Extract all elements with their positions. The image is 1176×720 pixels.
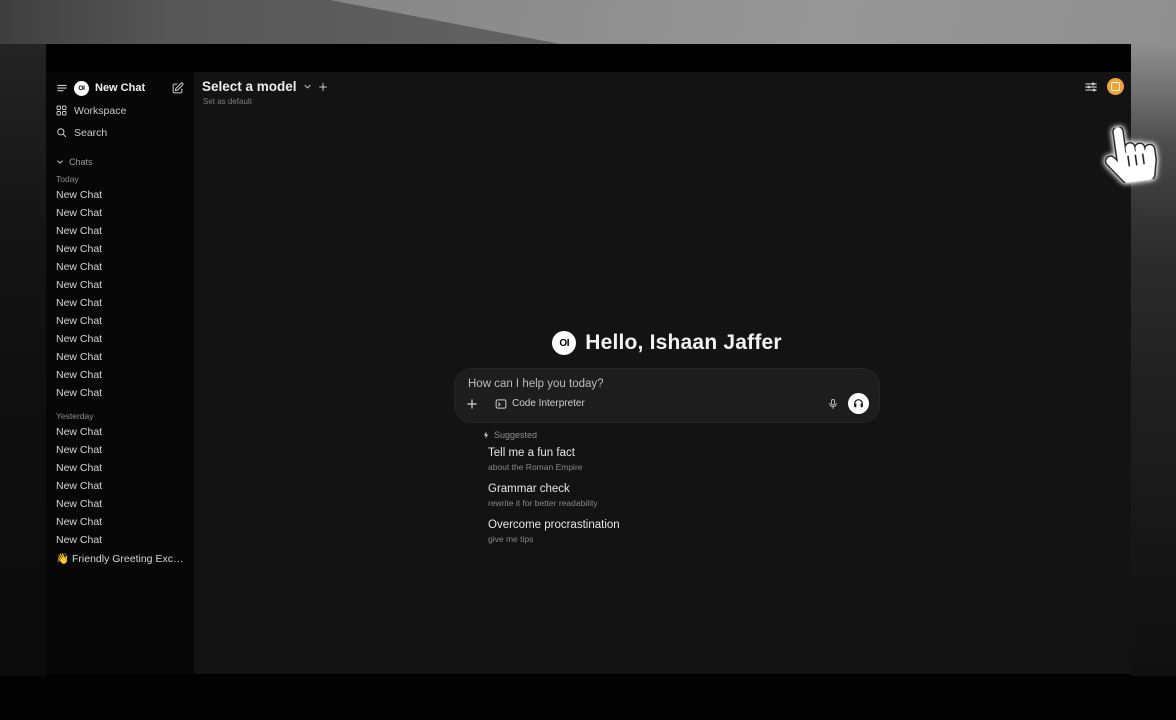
suggestion-title: Overcome procrastination bbox=[488, 519, 879, 532]
sidebar-chat-item[interactable]: New Chat bbox=[46, 441, 194, 459]
sidebar-item-search[interactable]: Search bbox=[46, 123, 194, 142]
greeting-text: Hello, Ishaan Jaffer bbox=[585, 331, 782, 355]
sidebar-chat-item[interactable]: New Chat bbox=[46, 459, 194, 477]
sidebar-chat-item[interactable]: New Chat bbox=[46, 495, 194, 513]
sidebar-item-workspace[interactable]: Workspace bbox=[46, 101, 194, 120]
sidebar-chat-item[interactable]: New Chat bbox=[46, 366, 194, 384]
header-actions bbox=[1084, 78, 1124, 95]
wallpaper-wedge bbox=[0, 0, 560, 44]
user-avatar[interactable] bbox=[1107, 78, 1124, 95]
sidebar-chat-item[interactable]: New Chat bbox=[46, 312, 194, 330]
chevron-down-icon bbox=[56, 158, 64, 166]
sidebar-chat-item[interactable]: New Chat bbox=[46, 240, 194, 258]
sidebar-chat-item[interactable]: New Chat bbox=[46, 204, 194, 222]
suggestion-item[interactable]: Tell me a fun fact about the Roman Empir… bbox=[488, 447, 879, 473]
composer-placeholder: How can I help you today? bbox=[468, 378, 604, 390]
sidebar-chat-item[interactable]: New Chat bbox=[46, 330, 194, 348]
chat-group-today: Today New ChatNew ChatNew ChatNew ChatNe… bbox=[46, 173, 194, 402]
model-selector-label: Select a model bbox=[202, 79, 297, 94]
set-default-link[interactable]: Set as default bbox=[203, 97, 252, 106]
chats-section-header[interactable]: Chats bbox=[46, 155, 194, 169]
sidebar-title: New Chat bbox=[95, 82, 165, 94]
message-composer[interactable]: How can I help you today? Code Interpret… bbox=[455, 369, 879, 422]
search-label: Search bbox=[74, 127, 107, 139]
sidebar-chat-item[interactable]: New Chat bbox=[46, 531, 194, 549]
app-logo-icon: OI bbox=[552, 331, 576, 355]
desktop: OI New Chat Workspace Searc bbox=[0, 0, 1176, 720]
voice-call-button[interactable] bbox=[848, 393, 869, 414]
suggestion-title: Grammar check bbox=[488, 483, 879, 496]
add-model-icon[interactable] bbox=[318, 82, 328, 92]
attach-plus-icon[interactable] bbox=[466, 398, 478, 410]
composer-toolbar: Code Interpreter bbox=[466, 393, 869, 414]
sidebar-chat-item[interactable]: New Chat bbox=[46, 258, 194, 276]
sidebar-chat-item[interactable]: New Chat bbox=[46, 423, 194, 441]
group-label: Today bbox=[46, 173, 194, 186]
chat-list-today: New ChatNew ChatNew ChatNew ChatNew Chat… bbox=[46, 186, 194, 402]
workspace-label: Workspace bbox=[74, 105, 126, 117]
code-interpreter-toggle[interactable]: Code Interpreter bbox=[495, 398, 585, 410]
grid-icon bbox=[56, 105, 67, 116]
group-label: Yesterday bbox=[46, 410, 194, 423]
sidebar-chat-item[interactable]: New Chat bbox=[46, 294, 194, 312]
wallpaper-bottom bbox=[0, 676, 1176, 720]
sidebar-chat-item[interactable]: New Chat bbox=[46, 384, 194, 402]
window-titlebar bbox=[46, 44, 1131, 72]
terminal-icon bbox=[495, 398, 507, 410]
chat-list-yesterday: New ChatNew ChatNew ChatNew ChatNew Chat… bbox=[46, 423, 194, 549]
main-panel: Select a model Set as default bbox=[194, 72, 1131, 674]
sidebar-chat-item[interactable]: New Chat bbox=[46, 348, 194, 366]
new-chat-icon[interactable] bbox=[171, 82, 184, 95]
suggestion-subtitle: rewrite it for better readability bbox=[488, 498, 879, 509]
wallpaper-right bbox=[1131, 44, 1176, 676]
chats-label: Chats bbox=[69, 157, 93, 167]
chevron-down-icon bbox=[303, 82, 312, 91]
bolt-icon bbox=[482, 431, 490, 439]
sidebar-header: OI New Chat bbox=[46, 78, 194, 98]
sidebar: OI New Chat Workspace Searc bbox=[46, 72, 194, 674]
suggestion-item[interactable]: Overcome procrastination give me tips bbox=[488, 519, 879, 545]
suggestion-title: Tell me a fun fact bbox=[488, 447, 879, 460]
suggested-label: Suggested bbox=[494, 430, 537, 440]
wallpaper-left bbox=[0, 44, 46, 676]
app-logo-icon: OI bbox=[74, 81, 89, 96]
wallpaper-top bbox=[0, 0, 1176, 44]
sidebar-chat-item[interactable]: New Chat bbox=[46, 186, 194, 204]
avatar-glyph-icon bbox=[1111, 82, 1120, 91]
chat-group-yesterday: Yesterday New ChatNew ChatNew ChatNew Ch… bbox=[46, 410, 194, 549]
sidebar-chat-item[interactable]: New Chat bbox=[46, 222, 194, 240]
sidebar-chat-item[interactable]: New Chat bbox=[46, 513, 194, 531]
search-icon bbox=[56, 127, 67, 138]
suggested-header: Suggested bbox=[482, 430, 879, 440]
suggestion-subtitle: give me tips bbox=[488, 534, 879, 545]
suggestion-item[interactable]: Grammar check rewrite it for better read… bbox=[488, 483, 879, 509]
sidebar-chat-item[interactable]: New Chat bbox=[46, 276, 194, 294]
sidebar-chat-item-named[interactable]: 👋 Friendly Greeting Exchange bbox=[46, 550, 194, 568]
suggestion-list: Tell me a fun fact about the Roman Empir… bbox=[488, 447, 879, 545]
microphone-icon[interactable] bbox=[827, 398, 839, 410]
app-body: OI New Chat Workspace Searc bbox=[46, 72, 1131, 674]
greeting-row: OI Hello, Ishaan Jaffer bbox=[455, 331, 879, 355]
app-window: OI New Chat Workspace Searc bbox=[46, 44, 1131, 674]
home-center: OI Hello, Ishaan Jaffer How can I help y… bbox=[455, 324, 879, 555]
sidebar-toggle-icon[interactable] bbox=[56, 82, 68, 94]
model-selector[interactable]: Select a model bbox=[202, 79, 328, 94]
code-interpreter-label: Code Interpreter bbox=[512, 398, 585, 409]
controls-icon[interactable] bbox=[1084, 80, 1098, 94]
suggestion-subtitle: about the Roman Empire bbox=[488, 462, 879, 473]
sidebar-chat-item[interactable]: New Chat bbox=[46, 477, 194, 495]
